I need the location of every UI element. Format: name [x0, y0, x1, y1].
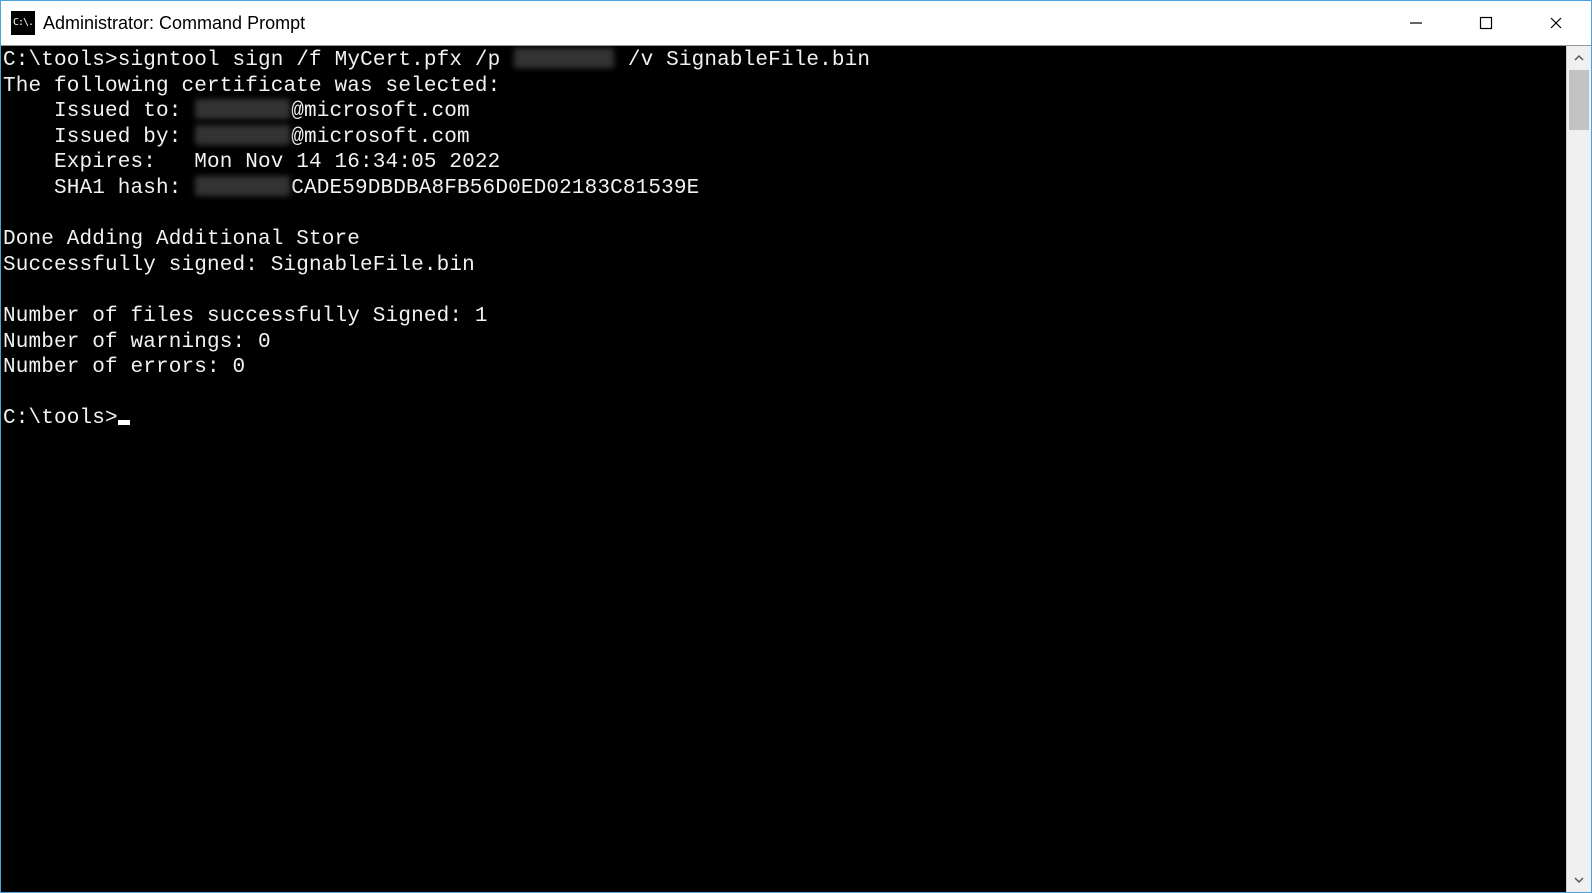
titlebar[interactable]: C:\. Administrator: Command Prompt: [1, 1, 1591, 46]
command-prompt-window: C:\. Administrator: Command Prompt C:\to…: [0, 0, 1592, 893]
client-area: C:\tools>signtool sign /f MyCert.pfx /p …: [1, 46, 1591, 892]
terminal-output[interactable]: C:\tools>signtool sign /f MyCert.pfx /p …: [1, 46, 1566, 892]
output-cert-selected: The following certificate was selected:: [3, 74, 1566, 100]
sha1-value: CADE59DBDBA8FB56D0ED02183C81539E: [291, 177, 699, 200]
output-num-signed: Number of files successfully Signed: 1: [3, 304, 1566, 330]
blank-line-1: [3, 202, 1566, 228]
redacted-issued-to: [195, 99, 290, 119]
output-expires: Expires: Mon Nov 14 16:34:05 2022: [3, 150, 1566, 176]
scroll-up-button[interactable]: [1567, 46, 1591, 70]
close-button[interactable]: [1521, 1, 1591, 45]
issued-by-label: Issued by:: [3, 126, 194, 149]
command-text-part2: /v SignableFile.bin: [615, 49, 870, 72]
sha1-label: SHA1 hash:: [3, 177, 194, 200]
cmd-icon-label: C:\.: [13, 18, 33, 28]
cursor: [118, 420, 130, 425]
scroll-down-button[interactable]: [1567, 868, 1591, 892]
scroll-thumb[interactable]: [1569, 70, 1589, 130]
redacted-password: [514, 48, 614, 68]
output-num-errors: Number of errors: 0: [3, 355, 1566, 381]
blank-line-3: [3, 381, 1566, 407]
chevron-up-icon: [1574, 53, 1584, 63]
issued-to-value: @microsoft.com: [291, 100, 470, 123]
redacted-sha1: [195, 176, 290, 196]
redacted-issued-by: [195, 125, 290, 145]
output-success: Successfully signed: SignableFile.bin: [3, 253, 1566, 279]
vertical-scrollbar[interactable]: [1566, 46, 1591, 892]
output-num-warnings: Number of warnings: 0: [3, 330, 1566, 356]
minimize-button[interactable]: [1381, 1, 1451, 45]
maximize-button[interactable]: [1451, 1, 1521, 45]
issued-by-value: @microsoft.com: [291, 126, 470, 149]
cmd-icon: C:\.: [11, 11, 35, 35]
output-sha1: SHA1 hash: CADE59DBDBA8FB56D0ED02183C815…: [3, 176, 1566, 202]
window-title: Administrator: Command Prompt: [43, 13, 1381, 34]
scroll-track[interactable]: [1567, 70, 1591, 868]
command-text-part1: signtool sign /f MyCert.pfx /p: [118, 49, 513, 72]
blank-line-2: [3, 278, 1566, 304]
output-done-store: Done Adding Additional Store: [3, 227, 1566, 253]
issued-to-label: Issued to:: [3, 100, 194, 123]
idle-prompt-line: C:\tools>: [3, 406, 1566, 432]
chevron-down-icon: [1574, 875, 1584, 885]
output-issued-by: Issued by: @microsoft.com: [3, 125, 1566, 151]
prompt-text: C:\tools>: [3, 49, 118, 72]
output-issued-to: Issued to: @microsoft.com: [3, 99, 1566, 125]
command-line: C:\tools>signtool sign /f MyCert.pfx /p …: [3, 48, 1566, 74]
idle-prompt: C:\tools>: [3, 407, 118, 430]
